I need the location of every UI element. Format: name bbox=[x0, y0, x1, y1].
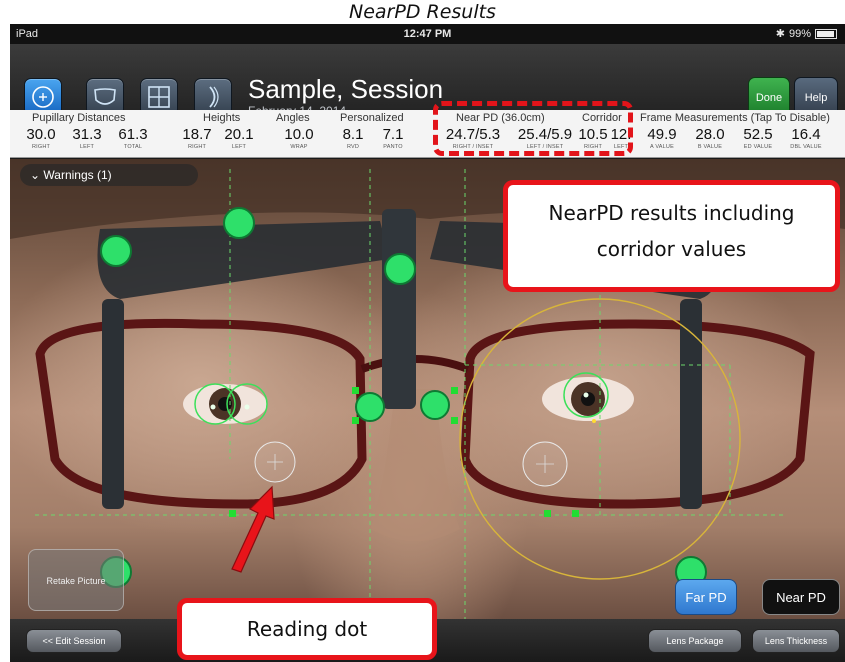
pd-left-cell[interactable]: 31.3 LEFT bbox=[66, 126, 108, 151]
angles-title: Angles bbox=[276, 112, 310, 124]
nearpd-results-callout: NearPD results including corridor values bbox=[503, 180, 840, 292]
warnings-toggle[interactable]: ⌄ Warnings (1) bbox=[20, 164, 198, 186]
height-right-value: 18.7 bbox=[182, 126, 212, 143]
battery-icon bbox=[815, 29, 837, 39]
height-left-cell[interactable]: 20.1 LEFT bbox=[218, 126, 260, 151]
pd-total-cell[interactable]: 61.3 TOTAL bbox=[112, 126, 154, 151]
heights-title: Heights bbox=[203, 112, 241, 124]
panto-value: 7.1 bbox=[382, 126, 404, 143]
lens-shape-icon bbox=[94, 88, 116, 105]
panto-label: PANTO bbox=[383, 144, 403, 150]
pd-left-label: LEFT bbox=[79, 144, 95, 150]
retake-picture-button[interactable]: Retake Picture bbox=[28, 549, 124, 611]
battery-indicator: ✱ 99% bbox=[776, 24, 837, 44]
figure-caption: NearPD Results bbox=[349, 1, 496, 23]
ipad-screen: iPad 12:47 PM ✱ 99% Sample, Session Done… bbox=[10, 24, 845, 662]
chevron-down-icon: ⌄ bbox=[30, 168, 41, 182]
pd-right-value: 30.0 bbox=[26, 126, 56, 143]
edit-session-button[interactable]: << Edit Session bbox=[26, 629, 122, 653]
a-value-cell[interactable]: 49.9 A VALUE bbox=[640, 126, 684, 151]
session-title: Sample, Session bbox=[248, 74, 444, 104]
rvd-cell[interactable]: 8.1 RVD bbox=[334, 126, 372, 151]
wrap-value: 10.0 bbox=[284, 126, 314, 143]
dbl-value-label: DBL VALUE bbox=[790, 144, 822, 150]
b-value-label: B VALUE bbox=[697, 144, 723, 150]
warnings-label: Warnings (1) bbox=[43, 168, 112, 182]
pd-right-label: RIGHT bbox=[31, 144, 51, 150]
grid-icon bbox=[148, 86, 170, 108]
near-pd-button[interactable]: Near PD bbox=[762, 579, 840, 615]
dbl-value: 16.4 bbox=[791, 126, 821, 143]
b-value-cell[interactable]: 28.0 B VALUE bbox=[688, 126, 732, 151]
height-left-value: 20.1 bbox=[224, 126, 254, 143]
pd-left-value: 31.3 bbox=[72, 126, 102, 143]
a-value-label: A VALUE bbox=[650, 144, 674, 150]
lens-package-button[interactable]: Lens Package bbox=[648, 629, 742, 653]
far-pd-button[interactable]: Far PD bbox=[675, 579, 737, 615]
lens-thickness-button[interactable]: Lens Thickness bbox=[752, 629, 840, 653]
pupillary-distances-title: Pupillary Distances bbox=[32, 112, 126, 124]
reading-dot-left[interactable] bbox=[522, 441, 568, 487]
status-time: 12:47 PM bbox=[403, 28, 452, 40]
measurements-bar: Pupillary Distances 30.0 RIGHT 31.3 LEFT… bbox=[10, 110, 845, 158]
height-left-label: LEFT bbox=[231, 144, 247, 150]
dbl-value-cell[interactable]: 16.4 DBL VALUE bbox=[784, 126, 828, 151]
pd-right-cell[interactable]: 30.0 RIGHT bbox=[20, 126, 62, 151]
frame-measurements-title: Frame Measurements (Tap To Disable) bbox=[640, 112, 830, 124]
b-value: 28.0 bbox=[695, 126, 725, 143]
battery-percent: 99% bbox=[788, 28, 811, 40]
personalized-title: Personalized bbox=[340, 112, 404, 124]
ed-value-label: ED VALUE bbox=[743, 144, 773, 150]
profile-lens-icon bbox=[209, 86, 219, 108]
rvd-value: 8.1 bbox=[342, 126, 364, 143]
rvd-label: RVD bbox=[346, 144, 360, 150]
crosshair-circle-icon bbox=[32, 86, 54, 108]
a-value: 49.9 bbox=[647, 126, 677, 143]
reading-dot-callout: Reading dot bbox=[177, 598, 437, 660]
height-right-cell[interactable]: 18.7 RIGHT bbox=[176, 126, 218, 151]
pd-total-label: TOTAL bbox=[123, 144, 143, 150]
reading-dot-right[interactable] bbox=[254, 441, 296, 483]
right-lens-frame bbox=[460, 319, 815, 509]
status-bar: iPad 12:47 PM ✱ 99% bbox=[10, 24, 845, 44]
wrap-label: WRAP bbox=[290, 144, 308, 150]
height-right-label: RIGHT bbox=[187, 144, 207, 150]
pd-total-value: 61.3 bbox=[118, 126, 148, 143]
panto-cell[interactable]: 7.1 PANTO bbox=[374, 126, 412, 151]
center-post bbox=[382, 209, 416, 409]
wrap-cell[interactable]: 10.0 WRAP bbox=[276, 126, 322, 151]
near-pd-highlight-box bbox=[433, 101, 633, 156]
bluetooth-icon: ✱ bbox=[775, 28, 785, 40]
ed-value-cell[interactable]: 52.5 ED VALUE bbox=[736, 126, 780, 151]
ed-value: 52.5 bbox=[743, 126, 773, 143]
